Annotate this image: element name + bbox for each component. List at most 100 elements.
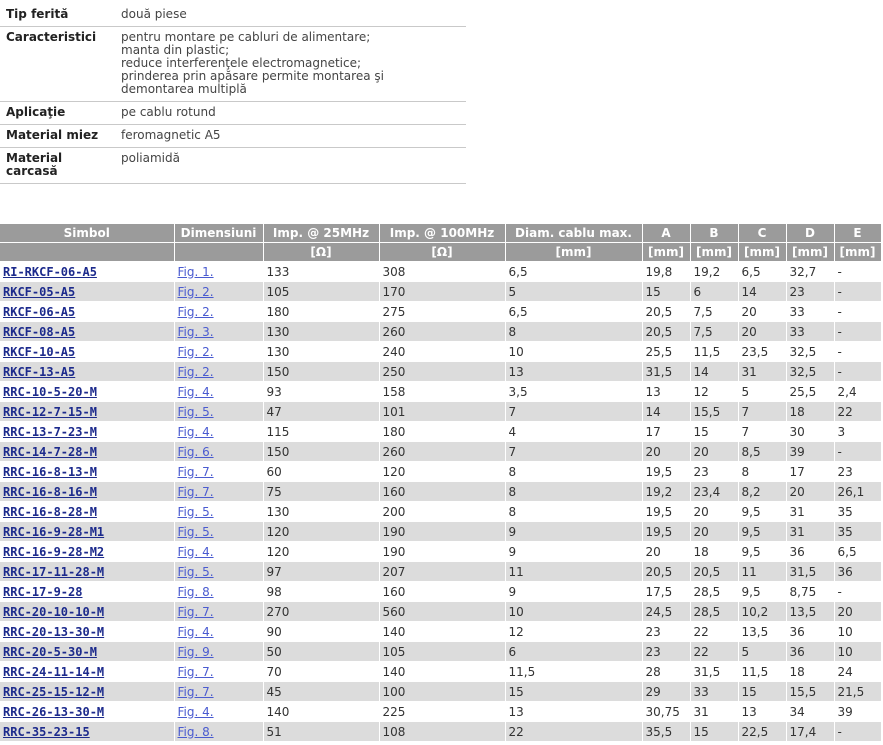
table-cell: 14 (642, 401, 691, 422)
table-cell: 31 (786, 501, 835, 522)
table-cell: 7,5 (690, 321, 739, 342)
figure-link[interactable]: Fig. 6. (178, 445, 214, 459)
product-symbol-link[interactable]: RKCF-06-A5 (3, 305, 75, 319)
table-cell: 6,5 (505, 301, 643, 322)
table-cell: 7 (738, 401, 787, 422)
product-symbol-link[interactable]: RRC-14-7-28-M (3, 445, 97, 459)
product-symbol-link[interactable]: RRC-16-8-16-M (3, 485, 97, 499)
table-cell: 22,5 (738, 721, 787, 742)
table-cell: 6 (505, 641, 643, 662)
product-symbol-link[interactable]: RRC-20-13-30-M (3, 625, 104, 639)
column-header: Imp. @ 100MHz (379, 224, 506, 243)
table-cell: Fig. 5. (174, 401, 264, 422)
table-row: RRC-16-9-28-M1 Fig. 5. 120 190 9 19,5 20 9,5 31 3… (0, 521, 882, 542)
figure-link[interactable]: Fig. 9. (178, 645, 214, 659)
table-cell: 8 (505, 461, 643, 482)
table-cell: Fig. 7. (174, 481, 264, 502)
spec-value: două piese (115, 4, 466, 27)
table-cell: RRC-17-9-28 (0, 581, 175, 602)
table-cell: 6,5 (834, 541, 882, 562)
product-symbol-link[interactable]: RRC-10-5-20-M (3, 385, 97, 399)
table-row: RRC-17-9-28 Fig. 8. 98 160 9 17,5 28,5 9,5 8,75- (0, 581, 882, 602)
table-cell: 24,5 (642, 601, 691, 622)
table-cell: 23 (834, 461, 882, 482)
figure-link[interactable]: Fig. 1. (178, 265, 214, 279)
table-cell: Fig. 7. (174, 601, 264, 622)
table-cell: 7,5 (690, 301, 739, 322)
figure-link[interactable]: Fig. 3. (178, 325, 214, 339)
figure-link[interactable]: Fig. 2. (178, 365, 214, 379)
spec-label: Aplicaţie (0, 101, 115, 125)
table-cell: 207 (379, 561, 506, 582)
table-cell: 15 (690, 421, 739, 442)
table-cell: 150 (263, 441, 380, 462)
table-cell: 90 (263, 621, 380, 642)
table-cell: 8,75 (786, 581, 835, 602)
table-cell: 20 (834, 601, 882, 622)
column-header: A (642, 224, 691, 243)
product-symbol-link[interactable]: RKCF-10-A5 (3, 345, 75, 359)
column-unit: [mm] (834, 242, 882, 262)
figure-link[interactable]: Fig. 2. (178, 305, 214, 319)
product-symbol-link[interactable]: RI-RKCF-06-A5 (3, 265, 97, 279)
figure-link[interactable]: Fig. 8. (178, 585, 214, 599)
table-cell: 19,2 (690, 261, 739, 282)
product-symbol-link[interactable]: RRC-12-7-15-M (3, 405, 97, 419)
figure-link[interactable]: Fig. 8. (178, 725, 214, 739)
figure-link[interactable]: Fig. 4. (178, 425, 214, 439)
figure-link[interactable]: Fig. 5. (178, 565, 214, 579)
figure-link[interactable]: Fig. 7. (178, 485, 214, 499)
figure-link[interactable]: Fig. 5. (178, 405, 214, 419)
table-row: RKCF-06-A5 Fig. 2. 180 275 6,5 20,5 7,5 20 33- (0, 301, 882, 322)
column-unit: [mm] (738, 242, 787, 262)
product-symbol-link[interactable]: RRC-20-5-30-M (3, 645, 97, 659)
table-cell: RKCF-10-A5 (0, 341, 175, 362)
table-cell: 133 (263, 261, 380, 282)
figure-link[interactable]: Fig. 4. (178, 705, 214, 719)
product-symbol-link[interactable]: RRC-16-8-28-M (3, 505, 97, 519)
table-cell: RRC-26-13-30-M (0, 701, 175, 722)
table-cell: - (834, 721, 882, 742)
table-cell: 10 (505, 601, 643, 622)
table-cell: 31,5 (786, 561, 835, 582)
table-cell: 108 (379, 721, 506, 742)
table-cell: 140 (379, 621, 506, 642)
figure-link[interactable]: Fig. 7. (178, 605, 214, 619)
table-cell: 7 (505, 441, 643, 462)
table-row: RRC-20-13-30-M Fig. 4. 90 140 12 23 22 13,5 36 10 (0, 621, 882, 642)
figure-link[interactable]: Fig. 7. (178, 465, 214, 479)
product-symbol-link[interactable]: RKCF-05-A5 (3, 285, 75, 299)
figure-link[interactable]: Fig. 4. (178, 625, 214, 639)
table-cell: 180 (379, 421, 506, 442)
product-symbol-link[interactable]: RRC-25-15-12-M (3, 685, 104, 699)
product-symbol-link[interactable]: RRC-20-10-10-M (3, 605, 104, 619)
spec-row: Tip ferită două piese (0, 4, 466, 27)
figure-link[interactable]: Fig. 7. (178, 685, 214, 699)
table-cell: RKCF-05-A5 (0, 281, 175, 302)
table-cell: 22 (834, 401, 882, 422)
table-cell: 5 (738, 641, 787, 662)
product-symbol-link[interactable]: RRC-26-13-30-M (3, 705, 104, 719)
product-symbol-link[interactable]: RRC-16-8-13-M (3, 465, 97, 479)
product-symbol-link[interactable]: RRC-16-9-28-M1 (3, 525, 104, 539)
figure-link[interactable]: Fig. 5. (178, 505, 214, 519)
product-symbol-link[interactable]: RKCF-08-A5 (3, 325, 75, 339)
figure-link[interactable]: Fig. 4. (178, 545, 214, 559)
table-cell: 22 (690, 641, 739, 662)
table-cell: 10 (505, 341, 643, 362)
product-symbol-link[interactable]: RRC-24-11-14-M (3, 665, 104, 679)
figure-link[interactable]: Fig. 5. (178, 525, 214, 539)
figure-link[interactable]: Fig. 2. (178, 285, 214, 299)
product-symbol-link[interactable]: RRC-13-7-23-M (3, 425, 97, 439)
figure-link[interactable]: Fig. 4. (178, 385, 214, 399)
table-cell: - (834, 301, 882, 322)
spec-value: pentru montare pe cabluri de alimentare;… (115, 26, 466, 102)
product-symbol-link[interactable]: RKCF-13-A5 (3, 365, 75, 379)
table-cell: 260 (379, 441, 506, 462)
product-symbol-link[interactable]: RRC-16-9-28-M2 (3, 545, 104, 559)
product-symbol-link[interactable]: RRC-17-11-28-M (3, 565, 104, 579)
figure-link[interactable]: Fig. 2. (178, 345, 214, 359)
product-symbol-link[interactable]: RRC-17-9-28 (3, 585, 82, 599)
product-symbol-link[interactable]: RRC-35-23-15 (3, 725, 90, 739)
figure-link[interactable]: Fig. 7. (178, 665, 214, 679)
